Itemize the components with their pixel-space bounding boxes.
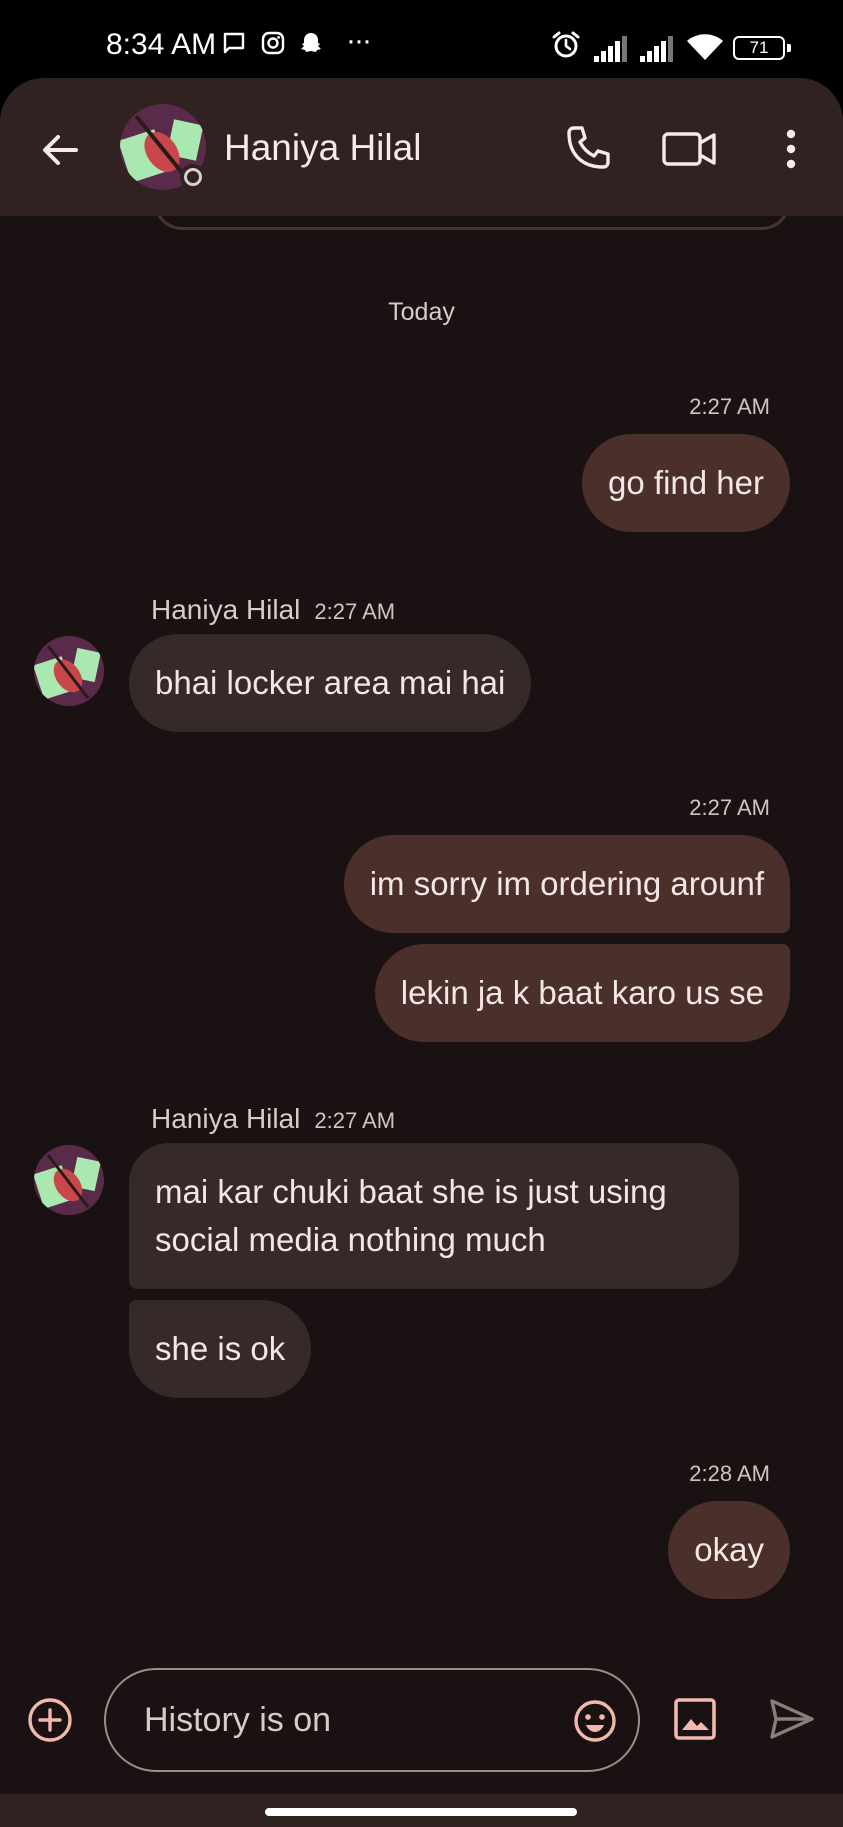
date-divider: Today (388, 298, 455, 326)
battery-icon: 71 (733, 36, 785, 60)
more-notifications: ··· (346, 24, 372, 57)
sender-line: Haniya Hilal 2:27 AM (151, 1103, 395, 1135)
avatar-status-badge (180, 164, 206, 190)
message-input[interactable] (142, 1700, 542, 1741)
status-bar: 8:34 AM ··· 71 (0, 0, 843, 80)
more-vert-icon[interactable] (776, 122, 806, 176)
gallery-icon[interactable] (673, 1697, 717, 1741)
top-app-bar: Haniya Hilal (0, 78, 843, 216)
message-timestamp: 2:27 AM (314, 599, 396, 624)
messages-app: Today 2:27 AM go find her Haniya Hilal 2:… (0, 78, 843, 1827)
video-call-icon[interactable] (660, 122, 718, 176)
add-circle-icon[interactable] (27, 1697, 73, 1743)
emoji-icon[interactable] (572, 1698, 618, 1744)
message-timestamp: 2:27 AM (314, 1108, 396, 1133)
wifi-icon (687, 34, 723, 60)
phone-icon[interactable] (560, 122, 614, 176)
battery-nub (787, 44, 791, 52)
home-indicator[interactable] (265, 1808, 577, 1816)
contact-avatar[interactable] (34, 636, 104, 706)
status-time: 8:34 AM (106, 28, 217, 61)
conversation[interactable]: Today 2:27 AM go find her Haniya Hilal 2:… (0, 78, 843, 1827)
outgoing-message[interactable]: lekin ja k baat karo us se (374, 944, 790, 1042)
message-icon (223, 32, 245, 54)
signal-icon (594, 36, 627, 62)
outgoing-message[interactable]: go find her (582, 434, 790, 532)
incoming-message[interactable]: bhai locker area mai hai (129, 634, 532, 732)
sender-line: Haniya Hilal 2:27 AM (151, 594, 395, 626)
message-timestamp: 2:28 AM (689, 1461, 770, 1486)
send-icon[interactable] (769, 1698, 815, 1740)
message-timestamp: 2:27 AM (689, 394, 770, 419)
outgoing-message[interactable]: im sorry im ordering arounf (343, 835, 790, 933)
compose-field[interactable] (104, 1668, 640, 1772)
instagram-icon (261, 31, 285, 55)
back-arrow-icon[interactable] (36, 126, 84, 174)
alarm-icon (552, 31, 580, 58)
signal-icon (640, 36, 673, 62)
contact-name[interactable]: Haniya Hilal (224, 127, 421, 169)
incoming-message[interactable]: mai kar chuki baat she is just using soc… (129, 1143, 739, 1289)
incoming-message[interactable]: she is ok (129, 1300, 312, 1398)
sender-name: Haniya Hilal (151, 594, 301, 625)
outgoing-message[interactable]: okay (668, 1501, 790, 1599)
contact-avatar[interactable] (34, 1145, 104, 1215)
sender-name: Haniya Hilal (151, 1103, 301, 1134)
message-timestamp: 2:27 AM (689, 795, 770, 820)
snapchat-icon (301, 33, 321, 52)
battery-level: 71 (749, 38, 769, 57)
